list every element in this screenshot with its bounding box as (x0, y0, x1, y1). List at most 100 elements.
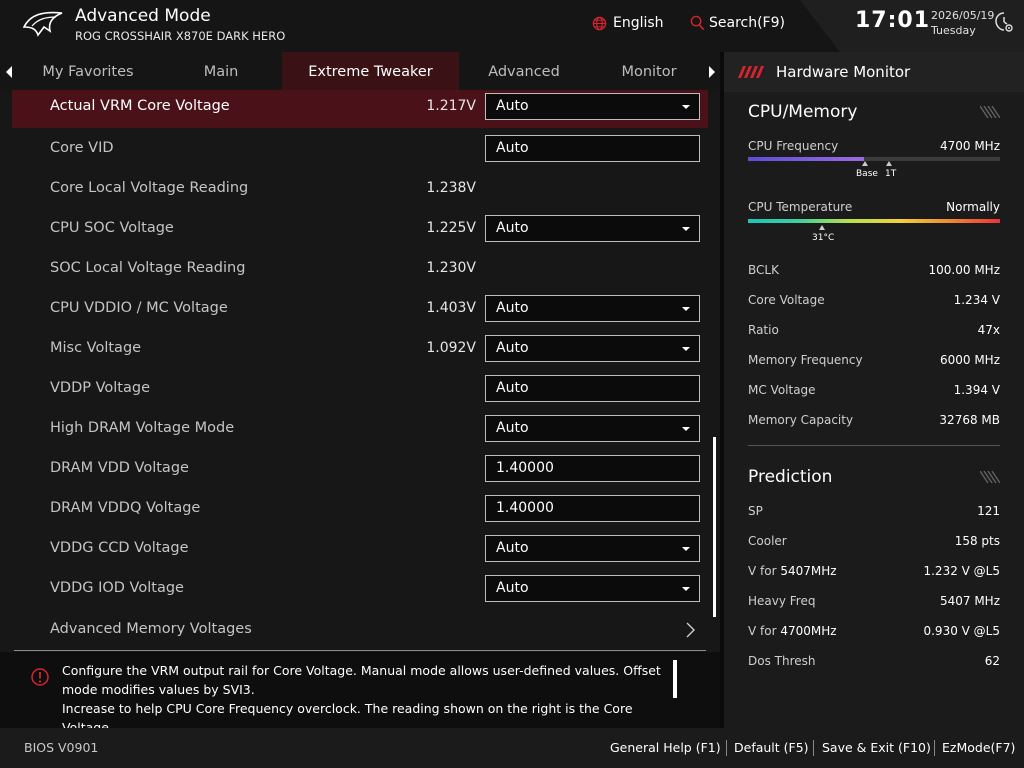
setting-label: CPU VDDIO / MC Voltage (50, 300, 228, 316)
mc-voltage-label: MC Voltage (748, 383, 816, 397)
core-voltage-value: 1.234 V (953, 293, 1000, 307)
clock-settings-icon[interactable] (994, 11, 1014, 35)
submenu-advanced-memory-voltages[interactable]: Advanced Memory Voltages (12, 613, 708, 649)
cpu-memory-section-title: CPU/Memory (748, 102, 858, 122)
help-scrollbar[interactable] (673, 660, 677, 698)
setting-row-vddg-ccd-voltage[interactable]: VDDG CCD Voltage Auto (12, 532, 708, 568)
setting-input[interactable]: Auto (485, 135, 700, 162)
cpu-temperature-value: Normally (946, 200, 1000, 214)
dropdown-value: Auto (496, 340, 529, 356)
setting-reading: 1.092V (426, 340, 476, 356)
setting-row-soc-local-voltage-reading: SOC Local Voltage Reading 1.230V (12, 252, 708, 288)
chevron-down-icon (682, 427, 690, 431)
page-title: Advanced Mode (75, 6, 211, 26)
setting-row-vddg-iod-voltage[interactable]: VDDG IOD Voltage Auto (12, 572, 708, 608)
dropdown-value: Auto (496, 220, 529, 236)
setting-input[interactable]: 1.40000 (485, 455, 700, 482)
tab-my-favorites[interactable]: My Favorites (20, 52, 156, 92)
input-value: 1.40000 (496, 500, 554, 516)
setting-dropdown[interactable]: Auto (485, 575, 700, 602)
tab-extreme-tweaker[interactable]: Extreme Tweaker (282, 52, 459, 92)
setting-dropdown[interactable]: Auto (485, 415, 700, 442)
v-for-prefix: V for (748, 564, 781, 578)
v-for-5407-value: 1.232 V @L5 (923, 564, 1000, 578)
tab-main[interactable]: Main (160, 52, 282, 92)
setting-input[interactable]: 1.40000 (485, 495, 700, 522)
setting-reading: 1.230V (426, 260, 476, 276)
cpu-frequency-bar-fill (748, 157, 864, 161)
setting-row-actual-vrm-core-voltage[interactable]: Actual VRM Core Voltage 1.217V Auto (12, 90, 708, 128)
setting-dropdown[interactable]: Auto (485, 215, 700, 242)
cpu-temperature-bar (748, 219, 1000, 223)
setting-dropdown[interactable]: Auto (485, 93, 700, 120)
tab-advanced[interactable]: Advanced (459, 52, 589, 92)
setting-label: Core VID (50, 140, 114, 156)
input-value: Auto (496, 380, 529, 396)
memory-frequency-label: Memory Frequency (748, 353, 863, 367)
heavy-freq-label: Heavy Freq (748, 594, 816, 608)
input-value: 1.40000 (496, 460, 554, 476)
v-for-frequency: 4700MHz (780, 624, 837, 638)
setting-row-cpu-soc-voltage[interactable]: CPU SOC Voltage 1.225V Auto (12, 212, 708, 248)
setting-row-cpu-vddio-mc-voltage[interactable]: CPU VDDIO / MC Voltage 1.403V Auto (12, 292, 708, 328)
monitor-stripes-icon (738, 66, 764, 78)
setting-row-dram-vdd-voltage[interactable]: DRAM VDD Voltage 1.40000 (12, 452, 708, 488)
chevron-right-icon (686, 622, 695, 638)
rog-logo-icon (22, 11, 63, 37)
ezmode-button[interactable]: EzMode(F7) (942, 740, 1015, 755)
board-name: ROG CROSSHAIR X870E DARK HERO (75, 29, 286, 43)
dos-thresh-value: 62 (984, 654, 1000, 668)
dos-thresh-label: Dos Thresh (748, 654, 816, 668)
hardware-monitor-header: Hardware Monitor (724, 52, 1024, 92)
setting-dropdown[interactable]: Auto (485, 535, 700, 562)
setting-row-core-vid[interactable]: Core VID Auto (12, 132, 708, 168)
memory-frequency-value: 6000 MHz (939, 353, 1000, 367)
footer-separator (726, 740, 727, 756)
hardware-monitor-title: Hardware Monitor (776, 63, 911, 81)
dropdown-value: Auto (496, 98, 529, 114)
setting-label: CPU SOC Voltage (50, 220, 174, 236)
bclk-value: 100.00 MHz (928, 263, 1000, 277)
default-button[interactable]: Default (F5) (734, 740, 809, 755)
v-for-4700-value: 0.930 V @L5 (923, 624, 1000, 638)
footer-separator (934, 740, 935, 756)
bclk-label: BCLK (748, 263, 779, 277)
setting-row-high-dram-voltage-mode[interactable]: High DRAM Voltage Mode Auto (12, 412, 708, 448)
setting-row-dram-vddq-voltage[interactable]: DRAM VDDQ Voltage 1.40000 (12, 492, 708, 528)
memory-capacity-label: Memory Capacity (748, 413, 854, 427)
tab-monitor[interactable]: Monitor (589, 52, 709, 92)
setting-label: Misc Voltage (50, 340, 142, 356)
setting-label: SOC Local Voltage Reading (50, 260, 246, 276)
tab-bar: My Favorites Main Extreme Tweaker Advanc… (0, 52, 720, 92)
1t-marker-label: 1T (885, 169, 897, 179)
cooler-label: Cooler (748, 534, 787, 548)
setting-row-vddp-voltage[interactable]: VDDP Voltage Auto (12, 372, 708, 408)
top-header: Advanced Mode ROG CROSSHAIR X870E DARK H… (0, 0, 1024, 52)
bios-version: BIOS V0901 (24, 740, 99, 755)
setting-input[interactable]: Auto (485, 375, 700, 402)
search-icon (690, 15, 705, 31)
globe-icon (592, 16, 607, 30)
setting-dropdown[interactable]: Auto (485, 335, 700, 362)
list-scrollbar[interactable] (713, 437, 716, 617)
temp-marker (819, 225, 825, 230)
submenu-label: Advanced Memory Voltages (50, 621, 252, 637)
setting-reading: 1.225V (426, 220, 476, 236)
footer-separator (813, 740, 814, 756)
setting-reading: 1.403V (426, 300, 476, 316)
chevron-down-icon (682, 307, 690, 311)
setting-row-misc-voltage[interactable]: Misc Voltage 1.092V Auto (12, 332, 708, 368)
setting-reading: 1.238V (426, 180, 476, 196)
dropdown-value: Auto (496, 540, 529, 556)
save-exit-button[interactable]: Save & Exit (F10) (822, 740, 931, 755)
tab-scroll-left-icon[interactable] (3, 64, 15, 80)
prediction-section-title: Prediction (748, 467, 833, 487)
setting-dropdown[interactable]: Auto (485, 295, 700, 322)
search-button[interactable]: Search(F9) (690, 12, 785, 34)
tab-scroll-right-icon[interactable] (706, 64, 718, 80)
language-button[interactable]: English (592, 12, 664, 34)
general-help-button[interactable]: General Help (F1) (610, 740, 721, 755)
chevron-down-icon (682, 547, 690, 551)
search-label: Search(F9) (709, 15, 785, 31)
sp-value: 121 (977, 504, 1000, 518)
